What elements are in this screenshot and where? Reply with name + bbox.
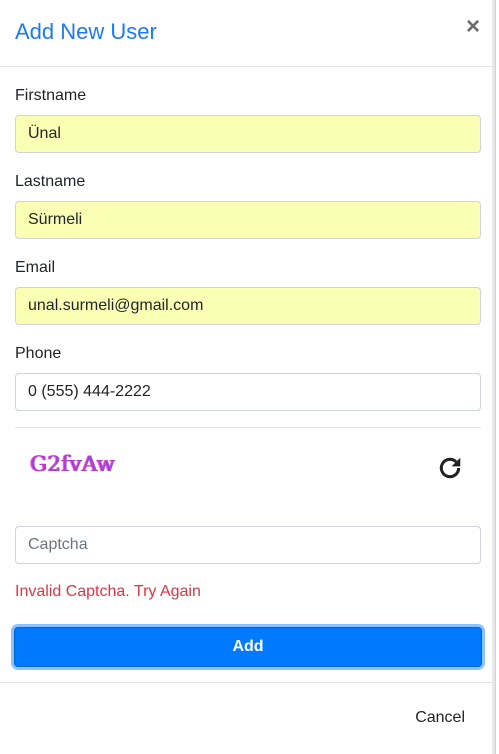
- add-button[interactable]: Add: [14, 627, 482, 667]
- lastname-label: Lastname: [15, 173, 86, 190]
- footer-divider: [0, 682, 496, 683]
- close-button[interactable]: ×: [466, 15, 480, 39]
- phone-input[interactable]: 0 (555) 444-2222: [15, 373, 481, 411]
- captcha-image: G2fvAw: [30, 452, 115, 476]
- modal-title: Add New User: [15, 19, 157, 44]
- refresh-icon[interactable]: [437, 455, 463, 481]
- add-user-modal: Add New User × Firstname Ünal Lastname S…: [0, 0, 496, 754]
- email-input[interactable]: unal.surmeli@gmail.com: [15, 287, 481, 325]
- captcha-error: Invalid Captcha. Try Again: [15, 583, 201, 600]
- email-label: Email: [15, 259, 56, 276]
- firstname-input[interactable]: Ünal: [15, 115, 481, 153]
- phone-label: Phone: [15, 345, 62, 362]
- firstname-value: Ünal: [28, 125, 61, 142]
- lastname-value: Sürmeli: [28, 211, 83, 228]
- modal-header: Add New User ×: [0, 0, 495, 67]
- firstname-label: Firstname: [15, 87, 87, 104]
- email-value: unal.surmeli@gmail.com: [28, 297, 204, 314]
- modal-edge: [492, 0, 495, 754]
- phone-value: 0 (555) 444-2222: [28, 383, 151, 400]
- captcha-placeholder: Captcha: [28, 536, 88, 553]
- captcha-divider: [15, 427, 481, 428]
- lastname-input[interactable]: Sürmeli: [15, 201, 481, 239]
- cancel-button[interactable]: Cancel: [415, 709, 465, 727]
- captcha-input[interactable]: Captcha: [15, 526, 481, 564]
